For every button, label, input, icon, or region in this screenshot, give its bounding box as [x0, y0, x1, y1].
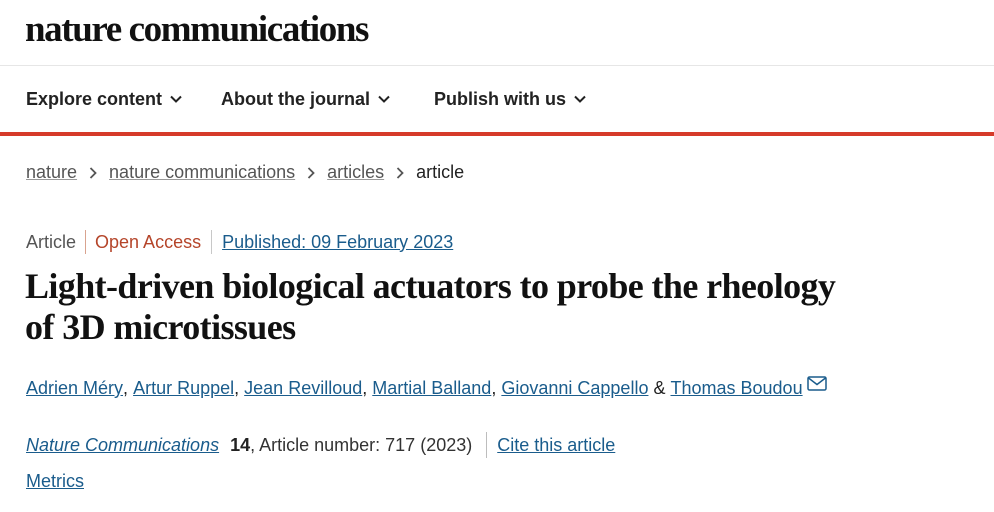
- author-link[interactable]: Thomas Boudou: [671, 378, 803, 399]
- breadcrumb-link-nature[interactable]: nature: [26, 162, 77, 183]
- nav-explore-content[interactable]: Explore content: [26, 66, 182, 132]
- author-separator: ,: [491, 378, 497, 398]
- divider: [85, 230, 87, 254]
- author-link[interactable]: Martial Balland: [372, 378, 491, 399]
- cite-this-article-link[interactable]: Cite this article: [497, 435, 615, 456]
- breadcrumb-link-articles[interactable]: articles: [327, 162, 384, 183]
- article-type: Article: [26, 231, 77, 252]
- nav-publish-with-us[interactable]: Publish with us: [434, 66, 586, 132]
- chevron-down-icon: [378, 95, 390, 103]
- article-title: Light-driven biological actuators to pro…: [25, 266, 836, 347]
- journal-logo[interactable]: nature communications: [25, 8, 369, 51]
- author-link[interactable]: Artur Ruppel: [133, 378, 234, 399]
- chevron-down-icon: [170, 95, 182, 103]
- chevron-right-icon: [89, 166, 97, 179]
- citation-line: Nature Communications 14 , Article numbe…: [26, 432, 615, 458]
- divider: [211, 230, 213, 254]
- published-date-link[interactable]: Published: 09 February 2023: [222, 232, 453, 253]
- brand-bar: nature communications: [0, 0, 994, 66]
- article-meta: Article Open Access Published: 09 Februa…: [26, 230, 453, 254]
- author-separator: ,: [234, 378, 240, 398]
- metrics-link[interactable]: Metrics: [26, 471, 84, 492]
- author-list: Adrien Méry, Artur Ruppel, Jean Revillou…: [26, 376, 827, 399]
- nav-label: Publish with us: [434, 88, 567, 109]
- chevron-down-icon: [574, 95, 586, 103]
- chevron-right-icon: [396, 166, 404, 179]
- breadcrumb-link-nature-communications[interactable]: nature communications: [109, 162, 295, 183]
- nav-label: Explore content: [26, 88, 163, 109]
- divider: [486, 432, 488, 458]
- volume-number: 14: [230, 434, 251, 455]
- author-link[interactable]: Jean Revilloud: [244, 378, 362, 399]
- site-header: nature communications Explore content Ab…: [0, 0, 994, 136]
- chevron-right-icon: [307, 166, 315, 179]
- nav-label: About the journal: [221, 88, 370, 109]
- journal-link[interactable]: Nature Communications: [26, 435, 219, 456]
- mail-icon[interactable]: [806, 376, 827, 391]
- open-access-badge: Open Access: [95, 231, 202, 252]
- author-link[interactable]: Giovanni Cappello: [501, 378, 648, 399]
- article-number: , Article number: 717 (2023): [250, 434, 473, 455]
- author-ampersand: &: [653, 378, 666, 398]
- author-link[interactable]: Adrien Méry: [26, 378, 123, 399]
- author-separator: ,: [362, 378, 368, 398]
- nav-about-journal[interactable]: About the journal: [221, 66, 390, 132]
- main-nav: Explore content About the journal Publis…: [0, 66, 994, 136]
- author-separator: ,: [123, 378, 129, 398]
- breadcrumb-current: article: [416, 162, 465, 182]
- breadcrumb: nature nature communications articles ar…: [26, 162, 464, 183]
